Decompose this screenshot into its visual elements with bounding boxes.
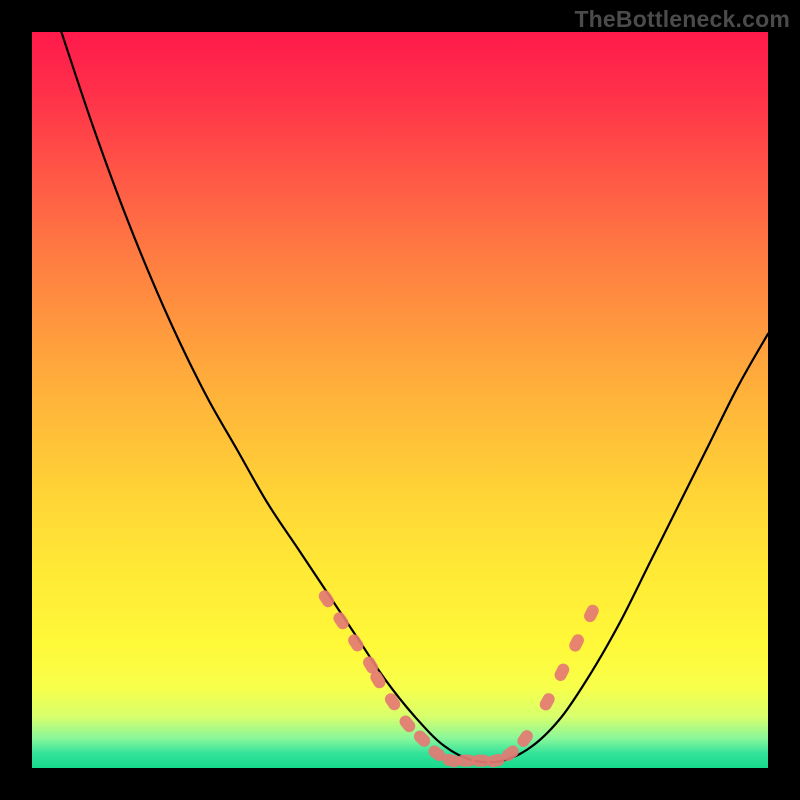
curve-marker (383, 691, 403, 713)
curve-marker (538, 691, 557, 713)
curve-marker (582, 603, 601, 624)
curve-marker (553, 662, 572, 683)
curve-markers (316, 588, 600, 769)
curve-marker (346, 632, 366, 654)
watermark-text: TheBottleneck.com (574, 6, 790, 33)
curve-marker (567, 632, 586, 653)
bottleneck-curve (61, 32, 768, 762)
curve-marker (316, 588, 336, 610)
plot-svg (32, 32, 768, 768)
chart-canvas (32, 32, 768, 768)
curve-marker (331, 610, 351, 632)
